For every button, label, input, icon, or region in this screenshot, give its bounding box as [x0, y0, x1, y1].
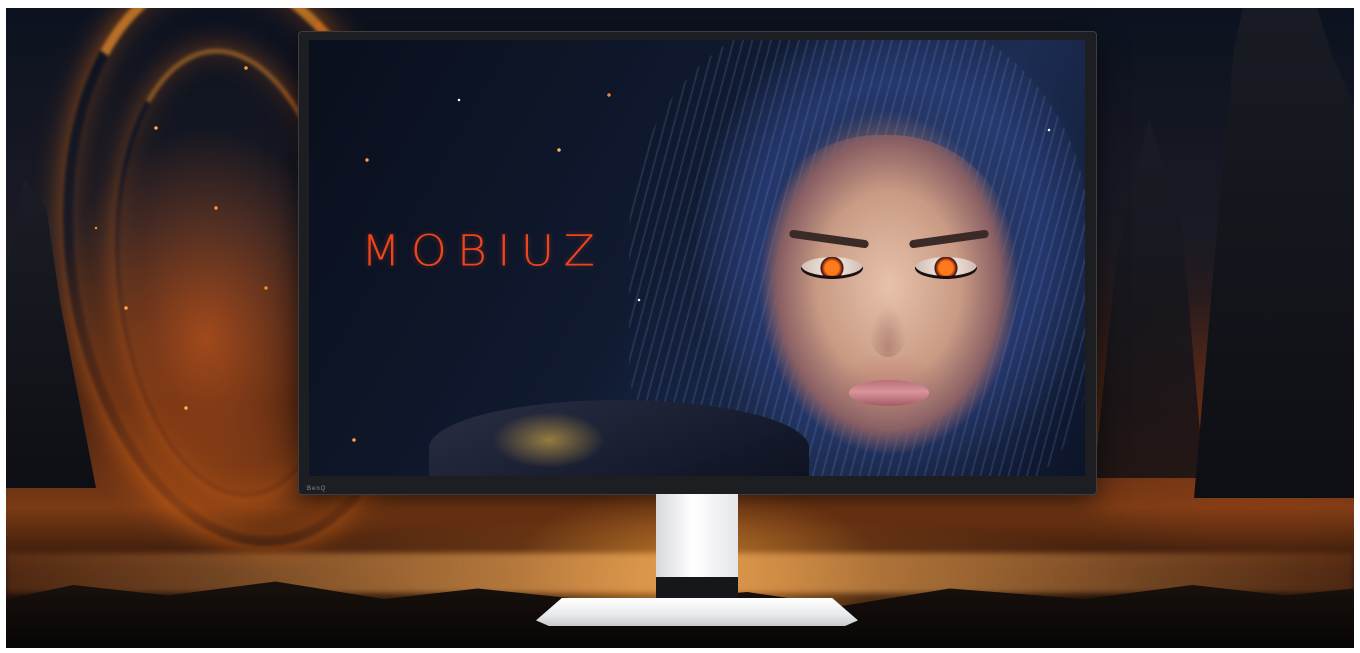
bezel-brand-label: BenQ — [307, 486, 327, 492]
mobiuz-logo: MOBIUZ — [361, 226, 605, 276]
monitor-stand-base — [536, 598, 858, 626]
monitor-stand-collar — [656, 577, 738, 599]
monitor-screen: MOBIUZ — [309, 40, 1085, 476]
monitor: MOBIUZ BenQ — [299, 32, 1096, 494]
